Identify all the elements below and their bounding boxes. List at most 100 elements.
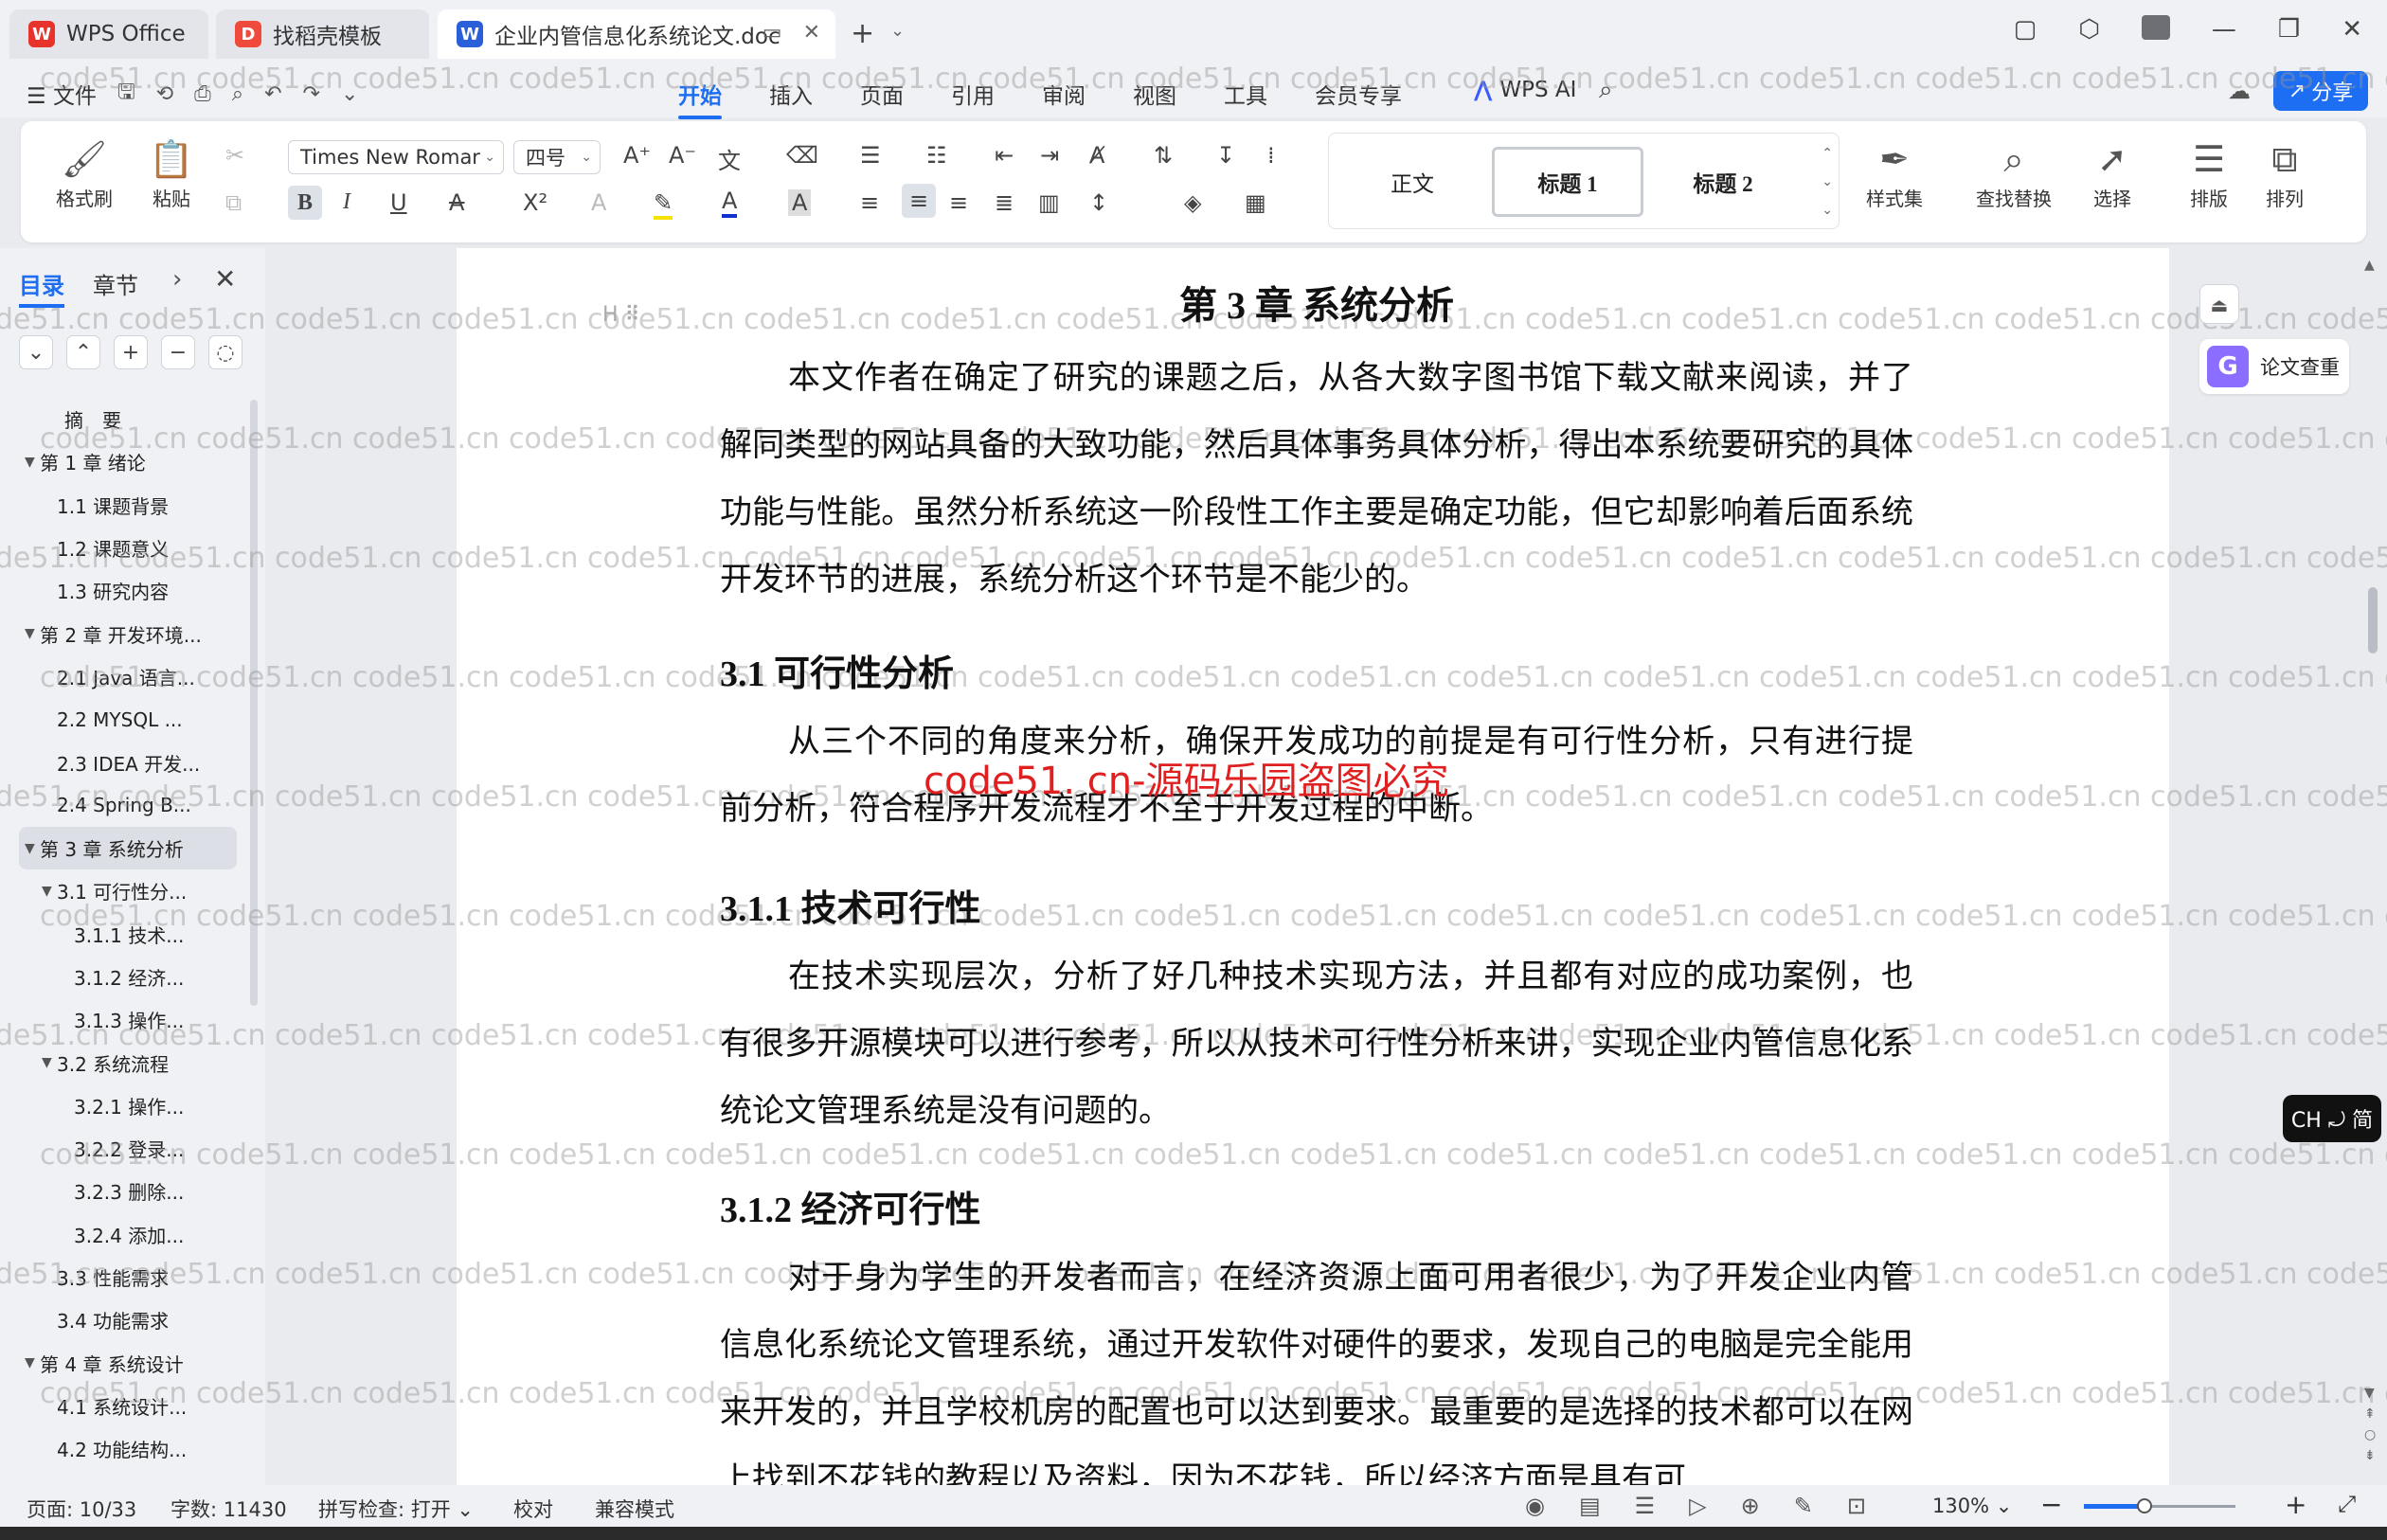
toc-item[interactable]: ▼ 第 4 章 系统设计 [0, 1342, 256, 1385]
tab-member[interactable]: 会员专享 [1315, 78, 1402, 110]
restore-icon[interactable]: ❐ [2278, 15, 2300, 44]
toc-item[interactable]: 3.2.3 删除... [0, 1170, 256, 1212]
sort-icon[interactable]: ⇅ [1154, 142, 1173, 169]
toc-item[interactable]: ▼ 3.1 可行性分... [0, 869, 256, 912]
spell-check[interactable]: 拼写检查: 打开 ⌄ [318, 1495, 474, 1523]
tab-page[interactable]: 页面 [860, 78, 904, 110]
phonetic-icon[interactable]: 文 [718, 142, 741, 175]
grow-font-icon[interactable]: A⁺ [623, 142, 651, 169]
bold-button[interactable]: B [288, 186, 322, 220]
bullet-list-icon[interactable]: ☰ [860, 142, 881, 169]
toc-item[interactable]: 3.1.1 技术... [0, 913, 256, 956]
tab-wps-office[interactable]: W WPS Office [9, 9, 208, 59]
chevron-down-icon[interactable]: ⌄ [890, 21, 905, 41]
tab-references[interactable]: 引用 [951, 78, 995, 110]
show-marks-icon[interactable]: ⁞ [1267, 142, 1275, 169]
redo-icon[interactable]: ↷ [303, 82, 320, 106]
tab-tools[interactable]: 工具 [1224, 78, 1267, 110]
sidebar-scrollbar[interactable] [250, 400, 258, 1006]
chevron-down-icon[interactable]: ⌄ [341, 82, 358, 106]
tab-docer-templates[interactable]: D 找稻壳模板 [216, 9, 429, 59]
undo-icon[interactable]: ↶ [264, 82, 281, 106]
format-painter-button[interactable]: 🖌 格式刷 [42, 134, 127, 211]
share-button[interactable]: ↗ 分享 [2273, 71, 2368, 111]
align-left-icon[interactable]: ≡ [860, 189, 879, 216]
cut-icon[interactable]: ✂ [225, 142, 244, 169]
play-icon[interactable]: ▷ [1689, 1493, 1706, 1519]
page-counter[interactable]: 页面: 10/33 [27, 1495, 136, 1523]
close-icon[interactable]: ✕ [214, 263, 236, 295]
avatar[interactable] [2141, 15, 2170, 40]
remove-icon[interactable]: − [161, 335, 195, 369]
toc-item[interactable]: ▼ 第 3 章 系统分析 [19, 826, 237, 870]
heading-marker[interactable]: H ⠿ [602, 303, 640, 327]
collapse-icon[interactable]: ⌃ [66, 335, 100, 369]
toc-item[interactable]: 2.1 Java 语言... [0, 655, 256, 698]
chevron-right-icon[interactable]: › [172, 265, 182, 294]
text-effect-icon[interactable]: A [591, 189, 606, 216]
save-icon[interactable]: 🖫 [117, 76, 135, 112]
new-tab-button[interactable]: + [851, 17, 874, 50]
scroll-up-icon[interactable]: ▲ [2364, 258, 2375, 273]
toc-item[interactable]: 3.2.2 登录... [0, 1127, 256, 1170]
shading-icon[interactable]: ◈ [1184, 189, 1201, 216]
page-view-icon[interactable]: ▤ [1579, 1493, 1601, 1519]
tab-toc[interactable]: 目录 [19, 267, 64, 308]
toc-item[interactable]: 2.4 Spring B... [0, 784, 256, 827]
monitor-icon[interactable]: ▭ [763, 21, 782, 45]
style-normal[interactable]: 正文 [1337, 147, 1488, 217]
web-icon[interactable]: ⊕ [1741, 1493, 1760, 1519]
toc-item[interactable]: ▼ 3.2 系统流程 [0, 1041, 256, 1083]
tab-start[interactable]: 开始 [678, 78, 722, 119]
find-replace-button[interactable]: ⌕ 查找替换 [1957, 134, 2071, 211]
expand-arrow-icon[interactable]: ▼ [25, 626, 35, 641]
tab-insert[interactable]: 插入 [769, 78, 813, 110]
zoom-slider-thumb[interactable] [2137, 1498, 2152, 1513]
eraser-icon[interactable]: ⌫ [786, 142, 818, 169]
toc-item[interactable]: 1.3 研究内容 [0, 569, 256, 612]
window-layout-icon[interactable]: ▢ [2014, 15, 2037, 44]
toc-item[interactable]: 2.3 IDEA 开发... [0, 741, 256, 783]
highlight-icon[interactable]: ✎ [654, 189, 673, 220]
align-center-icon[interactable]: ≡ [902, 184, 936, 218]
close-window-icon[interactable]: ✕ [2342, 15, 2362, 44]
expand-arrow-icon[interactable]: ▼ [42, 884, 52, 899]
toc-item[interactable]: ▼ 第 2 章 开发环境... [0, 612, 256, 654]
zoom-out-icon[interactable]: − [2040, 1489, 2062, 1520]
style-heading-1[interactable]: 标题 1 [1492, 147, 1643, 217]
strikethrough-button[interactable]: A [449, 189, 464, 216]
add-icon[interactable]: + [114, 335, 148, 369]
select-button[interactable]: ➚ 选择 [2074, 134, 2150, 211]
fit-icon[interactable]: ⊡ [1847, 1493, 1866, 1519]
expand-arrow-icon[interactable]: ▼ [25, 841, 35, 856]
eye-icon[interactable]: ◉ [1525, 1493, 1545, 1519]
proofread-button[interactable]: 校对 [513, 1495, 553, 1523]
border-icon[interactable]: ▦ [1245, 189, 1266, 216]
expand-arrow-icon[interactable]: ▼ [25, 455, 35, 470]
text-direction-icon[interactable]: Ⱥ [1089, 142, 1104, 169]
italic-button[interactable]: I [343, 189, 350, 215]
ime-indicator[interactable]: CH ⤾ 简 [2283, 1095, 2381, 1142]
outline-icon[interactable]: ☰ [1635, 1493, 1656, 1519]
file-menu[interactable]: ☰ 文件 [27, 78, 97, 110]
toc-item[interactable]: 4.2 功能结构... [0, 1427, 256, 1470]
toc-item[interactable]: 4.1 系统设计... [0, 1385, 256, 1427]
wps-ai-button[interactable]: ⋀ WPS AI [1474, 78, 1576, 102]
expand-arrow-icon[interactable]: ▼ [42, 1055, 52, 1070]
toc-item[interactable]: 1.2 课题意义 [0, 527, 256, 569]
toc-item[interactable]: 3.1.2 经济... [0, 956, 256, 998]
toc-item[interactable]: ▼ 第 1 章 绪论 [0, 440, 256, 483]
toc-item[interactable]: 3.2.4 添加... [0, 1213, 256, 1256]
align-right-icon[interactable]: ≡ [949, 189, 968, 216]
more-icon[interactable]: ◌ [208, 335, 242, 369]
superscript-button[interactable]: X² [523, 189, 547, 216]
toc-item[interactable]: 3.2.1 操作... [0, 1084, 256, 1127]
style-set-button[interactable]: ✒ 样式集 [1847, 134, 1942, 211]
document-scrollbar[interactable] [2368, 587, 2378, 654]
font-color-icon[interactable]: A [722, 188, 738, 218]
style-heading-2[interactable]: 标题 2 [1647, 147, 1799, 217]
toc-item[interactable]: 2.2 MYSQL ... [0, 698, 256, 741]
shrink-font-icon[interactable]: A⁻ [669, 142, 696, 169]
cloud-save-icon[interactable]: ⟲ [156, 82, 173, 106]
font-name-select[interactable]: Times New Romar ⌄ [288, 140, 504, 174]
